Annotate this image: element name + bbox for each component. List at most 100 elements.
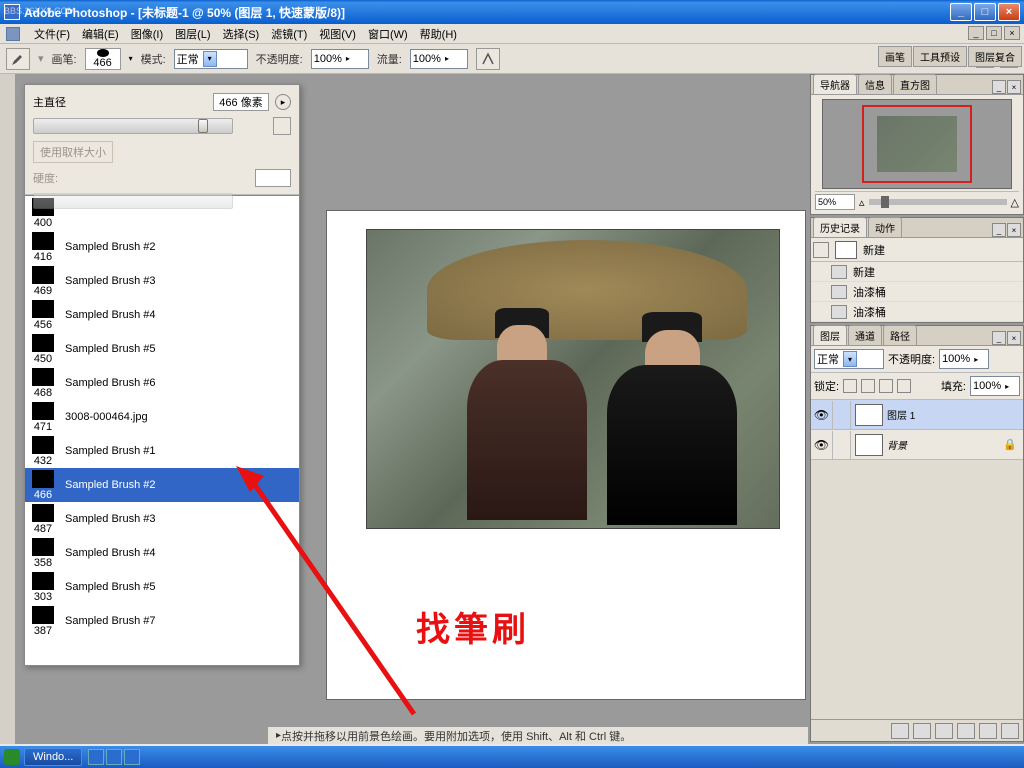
- tab-layer-comps[interactable]: 图层复合: [968, 46, 1022, 67]
- zoom-out-icon[interactable]: ▵: [859, 196, 865, 209]
- adjustment-layer-icon[interactable]: [957, 723, 975, 739]
- snapshot-toggle-icon[interactable]: [813, 242, 829, 258]
- brush-list-item[interactable]: 432Sampled Brush #1: [25, 434, 299, 468]
- zoom-slider[interactable]: [869, 199, 1007, 205]
- flow-label: 流量:: [377, 51, 402, 67]
- minimize-button[interactable]: _: [950, 3, 972, 21]
- toolbox[interactable]: [0, 74, 16, 744]
- master-diameter-input[interactable]: [213, 93, 269, 111]
- panel-close-icon[interactable]: ×: [1007, 331, 1021, 345]
- tab-histogram[interactable]: 直方图: [893, 74, 937, 94]
- panel-menu-button[interactable]: ▸: [275, 94, 291, 110]
- brush-list-item[interactable]: 450Sampled Brush #5: [25, 332, 299, 366]
- visibility-icon[interactable]: 👁: [811, 401, 833, 429]
- brush-list-item[interactable]: 4713008-000464.jpg: [25, 400, 299, 434]
- tab-channels[interactable]: 通道: [848, 325, 882, 345]
- layer-style-icon[interactable]: [891, 723, 909, 739]
- mode-label: 模式:: [141, 51, 166, 67]
- status-text: 点按并拖移以用前景色绘画。要用附加选项，使用 Shift、Alt 和 Ctrl …: [281, 728, 631, 744]
- mode-dropdown[interactable]: 正常▾: [174, 49, 248, 69]
- opacity-label: 不透明度:: [256, 51, 303, 67]
- status-bar: ▸ 点按并拖移以用前景色绘画。要用附加选项，使用 Shift、Alt 和 Ctr…: [268, 726, 808, 744]
- start-button[interactable]: [4, 749, 20, 765]
- taskbar-item[interactable]: Windo...: [24, 748, 82, 766]
- blend-mode-dropdown[interactable]: 正常▾: [814, 349, 884, 369]
- new-set-icon[interactable]: [935, 723, 953, 739]
- new-layer-icon[interactable]: [979, 723, 997, 739]
- lock-transparency-icon[interactable]: [843, 379, 857, 393]
- menu-layer[interactable]: 图层(L): [175, 26, 210, 42]
- diameter-slider[interactable]: [33, 118, 233, 134]
- layer-opacity-label: 不透明度:: [888, 351, 935, 367]
- tab-info[interactable]: 信息: [858, 74, 892, 94]
- tab-layers[interactable]: 图层: [813, 325, 847, 345]
- zoom-in-icon[interactable]: △: [1011, 196, 1019, 209]
- brush-list[interactable]: 400416Sampled Brush #2469Sampled Brush #…: [25, 195, 299, 665]
- history-step[interactable]: 新建: [811, 262, 1023, 282]
- doc-close-button[interactable]: ×: [1004, 26, 1020, 40]
- layer-row[interactable]: 👁背景🔒: [811, 430, 1023, 460]
- menu-image[interactable]: 图像(I): [131, 26, 163, 42]
- opacity-input[interactable]: 100%▸: [311, 49, 369, 69]
- brush-list-item[interactable]: 416Sampled Brush #2: [25, 230, 299, 264]
- layer-opacity-input[interactable]: 100%▸: [939, 349, 989, 369]
- brush-list-item[interactable]: 387Sampled Brush #7: [25, 604, 299, 638]
- menu-help[interactable]: 帮助(H): [420, 26, 457, 42]
- brush-list-item[interactable]: 303Sampled Brush #5: [25, 570, 299, 604]
- doc-minimize-button[interactable]: _: [968, 26, 984, 40]
- taskbar-btn2[interactable]: [106, 749, 122, 765]
- layer-mask-icon[interactable]: [913, 723, 931, 739]
- history-step[interactable]: 油漆桶: [811, 302, 1023, 322]
- history-step[interactable]: 油漆桶: [811, 282, 1023, 302]
- maximize-button[interactable]: □: [974, 3, 996, 21]
- navigator-preview[interactable]: [822, 99, 1012, 189]
- tab-navigator[interactable]: 导航器: [813, 74, 857, 94]
- brush-list-item[interactable]: 466Sampled Brush #2: [25, 468, 299, 502]
- brush-list-item[interactable]: 358Sampled Brush #4: [25, 536, 299, 570]
- menu-filter[interactable]: 滤镜(T): [271, 26, 307, 42]
- brush-list-item[interactable]: 456Sampled Brush #4: [25, 298, 299, 332]
- hardness-input: [255, 169, 291, 187]
- taskbar-btn1[interactable]: [88, 749, 104, 765]
- panel-close-icon[interactable]: ×: [1007, 80, 1021, 94]
- menu-select[interactable]: 选择(S): [223, 26, 260, 42]
- tab-paths[interactable]: 路径: [883, 325, 917, 345]
- new-preset-button[interactable]: [273, 117, 291, 135]
- brush-list-item[interactable]: 468Sampled Brush #6: [25, 366, 299, 400]
- brush-list-item[interactable]: 487Sampled Brush #3: [25, 502, 299, 536]
- menu-window[interactable]: 窗口(W): [368, 26, 408, 42]
- tab-tool-presets[interactable]: 工具预设: [913, 46, 967, 67]
- panel-minimize-icon[interactable]: _: [992, 331, 1006, 345]
- airbrush-icon[interactable]: [476, 48, 500, 70]
- canvas-image[interactable]: [366, 229, 780, 529]
- visibility-icon[interactable]: 👁: [811, 431, 833, 459]
- menu-edit[interactable]: 编辑(E): [82, 26, 119, 42]
- layer-row[interactable]: 👁图层 1: [811, 400, 1023, 430]
- delete-layer-icon[interactable]: [1001, 723, 1019, 739]
- panel-minimize-icon[interactable]: _: [992, 223, 1006, 237]
- fill-input[interactable]: 100%▸: [970, 376, 1020, 396]
- tab-history[interactable]: 历史记录: [813, 217, 867, 237]
- lock-image-icon[interactable]: [861, 379, 875, 393]
- menu-view[interactable]: 视图(V): [319, 26, 356, 42]
- brush-list-item[interactable]: 469Sampled Brush #3: [25, 264, 299, 298]
- lock-all-icon[interactable]: [897, 379, 911, 393]
- brush-tool-icon[interactable]: [6, 48, 30, 70]
- hardness-label: 硬度:: [33, 170, 58, 186]
- close-button[interactable]: ×: [998, 3, 1020, 21]
- doc-restore-button[interactable]: □: [986, 26, 1002, 40]
- lock-position-icon[interactable]: [879, 379, 893, 393]
- menu-file[interactable]: 文件(F): [34, 26, 70, 42]
- brush-preview[interactable]: 466: [85, 48, 121, 70]
- tab-actions[interactable]: 动作: [868, 217, 902, 237]
- tab-brushes[interactable]: 画笔: [878, 46, 912, 67]
- history-doc-name: 新建: [863, 242, 885, 258]
- panel-close-icon[interactable]: ×: [1007, 223, 1021, 237]
- history-snapshot-thumb[interactable]: [835, 241, 857, 259]
- titlebar: Adobe Photoshop - [未标题-1 @ 50% (图层 1, 快速…: [0, 0, 1024, 24]
- panel-minimize-icon[interactable]: _: [992, 80, 1006, 94]
- ps-icon[interactable]: [6, 27, 20, 41]
- flow-input[interactable]: 100%▸: [410, 49, 468, 69]
- taskbar-btn3[interactable]: [124, 749, 140, 765]
- zoom-input[interactable]: [815, 194, 855, 210]
